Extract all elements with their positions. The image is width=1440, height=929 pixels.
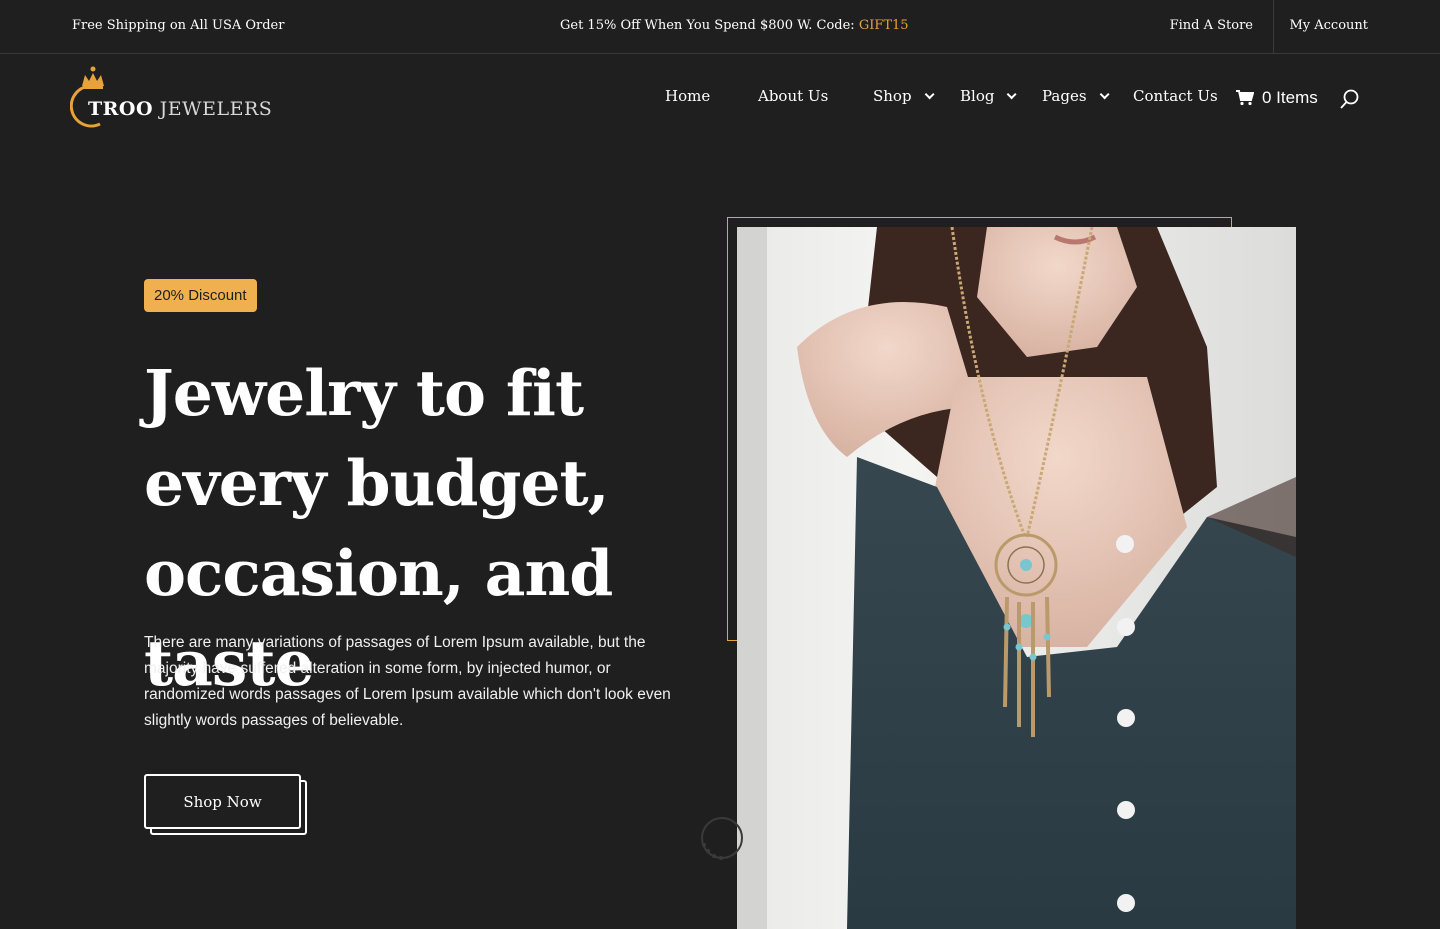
shop-now-button[interactable]: Shop Now <box>144 774 301 829</box>
my-account-link[interactable]: My Account <box>1289 18 1368 33</box>
necklace-photo <box>737 227 1296 929</box>
hero-description: There are many variations of passages of… <box>144 634 671 729</box>
search-icon[interactable] <box>1339 88 1361 110</box>
site-logo[interactable]: TROO JEWELERS <box>70 66 272 132</box>
chevron-down-icon <box>924 88 935 99</box>
nav-blog-label: Blog <box>960 87 995 105</box>
free-shipping-text: Free Shipping on All USA Order <box>72 18 285 33</box>
promo-code: GIFT15 <box>858 18 909 33</box>
chevron-down-icon <box>1007 88 1018 99</box>
topbar-divider <box>1273 0 1274 54</box>
cart-button[interactable]: 0 Items <box>1236 88 1318 108</box>
find-store-link[interactable]: Find A Store <box>1170 18 1253 33</box>
brand-name: TROO JEWELERS <box>88 98 272 120</box>
crown-icon <box>82 66 104 89</box>
nav-shop-label: Shop <box>873 87 912 105</box>
nav-home[interactable]: Home <box>665 87 710 105</box>
nav-pages-label: Pages <box>1042 87 1087 105</box>
nav-shop[interactable]: Shop <box>873 87 935 105</box>
hero-image <box>737 227 1296 929</box>
brand-rest: JEWELERS <box>153 98 273 120</box>
discount-badge: 20% Discount <box>144 279 257 312</box>
brand-bold: TROO <box>88 98 154 120</box>
loading-spinner-icon <box>701 817 743 860</box>
cart-icon <box>1236 90 1254 106</box>
promo-message: Get 15% Off When You Spend $800 W. Code: <box>560 18 859 33</box>
nav-contact-us-label: Contact Us <box>1133 87 1218 105</box>
promo-text: Get 15% Off When You Spend $800 W. Code:… <box>560 18 909 33</box>
shop-now-wrapper: Shop Now <box>144 774 308 836</box>
nav-about-us[interactable]: About Us <box>758 87 828 105</box>
chevron-down-icon <box>1099 88 1110 99</box>
nav-home-label: Home <box>665 87 711 105</box>
nav-about-us-label: About Us <box>758 87 829 105</box>
top-bar: Free Shipping on All USA Order Get 15% O… <box>0 0 1440 54</box>
nav-contact-us[interactable]: Contact Us <box>1133 87 1218 105</box>
nav-pages[interactable]: Pages <box>1042 87 1110 105</box>
nav-blog[interactable]: Blog <box>960 87 1018 105</box>
cart-count-label: 0 Items <box>1262 88 1318 107</box>
